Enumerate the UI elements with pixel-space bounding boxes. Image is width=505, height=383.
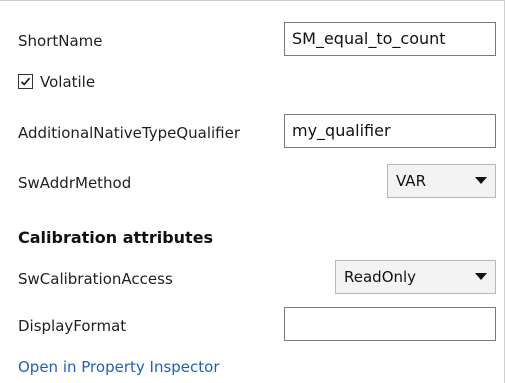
- swcalibrationaccess-label: SwCalibrationAccess: [18, 270, 173, 288]
- volatile-checkbox[interactable]: [18, 74, 33, 89]
- chevron-down-icon: [475, 273, 487, 280]
- calibration-section-title: Calibration attributes: [18, 228, 214, 247]
- check-icon: [20, 77, 31, 86]
- properties-panel: ShortName SM_equal_to_count Volatile Add…: [0, 0, 505, 383]
- displayformat-input[interactable]: [284, 307, 496, 341]
- shortname-input[interactable]: SM_equal_to_count: [284, 22, 496, 56]
- swaddrmethod-select[interactable]: VAR: [387, 164, 496, 198]
- shortname-label: ShortName: [18, 32, 103, 50]
- swcalibrationaccess-select[interactable]: ReadOnly: [335, 260, 496, 294]
- displayformat-label: DisplayFormat: [18, 317, 127, 335]
- swaddrmethod-label: SwAddrMethod: [18, 174, 132, 192]
- additional-native-type-qualifier-input[interactable]: my_qualifier: [284, 114, 496, 148]
- volatile-label: Volatile: [40, 73, 96, 91]
- swcalibrationaccess-value: ReadOnly: [344, 268, 417, 286]
- chevron-down-icon: [475, 177, 487, 184]
- open-property-inspector-link[interactable]: Open in Property Inspector: [18, 357, 219, 377]
- additional-native-type-qualifier-label: AdditionalNativeTypeQualifier: [18, 124, 241, 142]
- swaddrmethod-value: VAR: [396, 172, 426, 190]
